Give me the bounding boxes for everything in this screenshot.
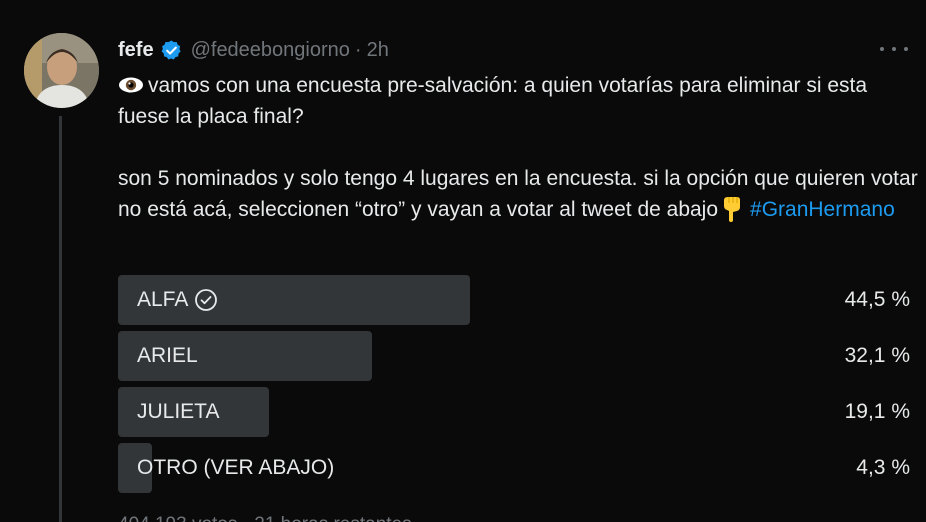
poll-option-label: ALFA — [137, 288, 189, 311]
more-options-icon[interactable] — [880, 38, 908, 60]
tweet-text: vamos con una encuesta pre-salvación: a … — [118, 70, 918, 225]
avatar[interactable] — [24, 33, 99, 108]
tweet-header: fefe @fedeebongiorno · 2h — [118, 36, 389, 64]
poll: ALFA 44,5 % ARIEL 32,1 % JULIETA 19,1 % … — [118, 275, 910, 499]
tweet-card: fefe @fedeebongiorno · 2h vamos con una … — [0, 0, 926, 522]
poll-meta-text: 404.193 votos · 21 horas restantes — [118, 514, 518, 522]
poll-meta: 404.193 votos · 21 horas restantes — [118, 514, 518, 522]
thread-line — [59, 116, 62, 522]
hashtag-link[interactable]: #GranHermano — [750, 198, 895, 221]
eye-icon — [119, 77, 143, 93]
separator: · — [354, 38, 362, 61]
tweet-line-1: vamos con una encuesta pre-salvación: a … — [118, 74, 868, 128]
pointing-down-hand-icon — [724, 197, 741, 222]
poll-option-label: OTRO (VER ABAJO) — [137, 456, 335, 479]
tweet-time[interactable]: 2h — [367, 39, 389, 62]
poll-option-label: JULIETA — [137, 400, 220, 423]
tweet-paragraph-2: son 5 nominados y solo tengo 4 lugares e… — [118, 163, 918, 225]
poll-option[interactable]: OTRO (VER ABAJO) 4,3 % — [118, 443, 910, 493]
poll-option-percent: 4,3 % — [856, 456, 910, 479]
poll-option[interactable]: ALFA 44,5 % — [118, 275, 910, 325]
check-circle-icon — [195, 289, 218, 311]
poll-option-percent: 32,1 % — [844, 344, 910, 367]
verified-badge-icon[interactable] — [160, 39, 183, 62]
poll-option[interactable]: ARIEL 32,1 % — [118, 331, 910, 381]
poll-option-percent: 44,5 % — [844, 288, 910, 311]
author-handle[interactable]: @fedeebongiorno — [191, 39, 350, 62]
author-name[interactable]: fefe — [118, 39, 154, 62]
poll-option[interactable]: JULIETA 19,1 % — [118, 387, 910, 437]
tweet-paragraph-1: vamos con una encuesta pre-salvación: a … — [118, 70, 918, 132]
poll-option-label: ARIEL — [137, 344, 198, 367]
poll-option-percent: 19,1 % — [844, 400, 910, 423]
avatar-image — [24, 33, 99, 108]
